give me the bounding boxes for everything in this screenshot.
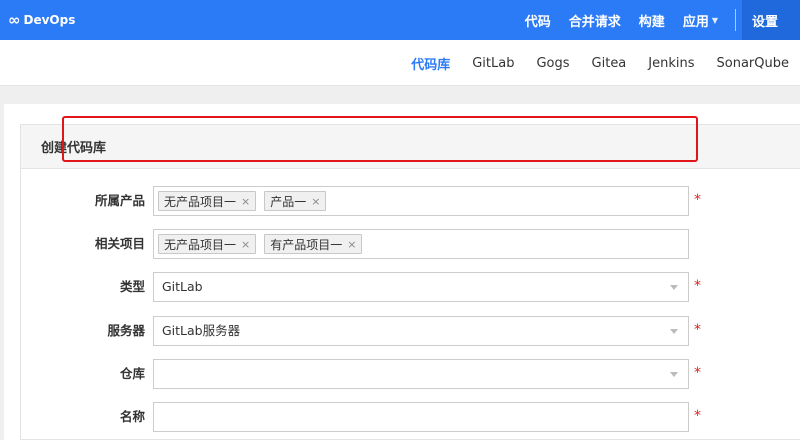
required-marker: * bbox=[694, 408, 701, 424]
type-value: GitLab bbox=[162, 279, 203, 294]
infinity-icon: ∞ bbox=[8, 11, 21, 29]
product-tag: 无产品项目一 × bbox=[158, 191, 257, 211]
required-marker: * bbox=[694, 365, 701, 381]
form-row-repo: 仓库 * bbox=[21, 359, 800, 389]
main-content: 创建代码库 所属产品 无产品项目一 × 产品一 × * 相关项目 无产品项目一 × 有… bbox=[4, 104, 800, 440]
server-label: 服务器 bbox=[107, 323, 145, 338]
create-repo-panel: 创建代码库 所属产品 无产品项目一 × 产品一 × * 相关项目 无产品项目一 × 有… bbox=[20, 124, 800, 440]
form-row-product: 所属产品 无产品项目一 × 产品一 × * bbox=[21, 186, 800, 216]
remove-tag-icon[interactable]: × bbox=[241, 238, 250, 251]
top-nav: 代码 合并请求 构建 应用 ▼ 设置 bbox=[516, 0, 800, 40]
product-multiselect[interactable]: 无产品项目一 × 产品一 × bbox=[153, 186, 689, 216]
form-row-project: 相关项目 无产品项目一 × 有产品项目一 × bbox=[21, 229, 800, 259]
required-marker: * bbox=[694, 322, 701, 338]
subnav-gitea[interactable]: Gitea bbox=[581, 56, 638, 71]
logo-text: DevOps bbox=[23, 13, 76, 27]
logo[interactable]: ∞ DevOps bbox=[8, 0, 75, 40]
tag-text: 无产品项目一 bbox=[164, 237, 237, 252]
nav-build[interactable]: 构建 bbox=[630, 0, 674, 40]
remove-tag-icon[interactable]: × bbox=[347, 238, 356, 251]
form-row-server: 服务器 GitLab服务器 * bbox=[21, 316, 800, 346]
nav-code-label: 代码 bbox=[524, 14, 551, 30]
nav-settings-label: 设置 bbox=[751, 14, 778, 30]
subnav-sonarqube[interactable]: SonarQube bbox=[706, 56, 800, 71]
sub-navbar: 代码库 GitLab Gogs Gitea Jenkins SonarQube bbox=[0, 40, 800, 86]
remove-tag-icon[interactable]: × bbox=[311, 195, 320, 208]
server-value: GitLab服务器 bbox=[162, 323, 241, 338]
repo-label: 仓库 bbox=[119, 366, 145, 381]
nav-merge-requests[interactable]: 合并请求 bbox=[560, 0, 630, 40]
project-tag: 无产品项目一 × bbox=[158, 234, 257, 254]
type-label: 类型 bbox=[119, 279, 145, 294]
remove-tag-icon[interactable]: × bbox=[241, 195, 250, 208]
caret-down-icon: ▼ bbox=[711, 15, 718, 25]
repo-select[interactable] bbox=[153, 359, 689, 389]
project-tag: 有产品项目一 × bbox=[264, 234, 363, 254]
product-label: 所属产品 bbox=[94, 193, 145, 208]
dropdown-arrow-icon bbox=[670, 285, 678, 290]
type-select[interactable]: GitLab bbox=[153, 272, 689, 302]
name-input[interactable] bbox=[153, 402, 689, 432]
nav-divider bbox=[734, 9, 736, 31]
tag-text: 有产品项目一 bbox=[270, 237, 343, 252]
nav-settings[interactable]: 设置 bbox=[741, 0, 800, 40]
nav-merge-requests-label: 合并请求 bbox=[568, 14, 621, 30]
product-tag: 产品一 × bbox=[264, 191, 327, 211]
dropdown-arrow-icon bbox=[670, 372, 678, 377]
name-label: 名称 bbox=[119, 409, 145, 424]
tag-text: 产品一 bbox=[270, 194, 307, 209]
required-marker: * bbox=[694, 278, 701, 294]
server-select[interactable]: GitLab服务器 bbox=[153, 316, 689, 346]
form-row-type: 类型 GitLab * bbox=[21, 272, 800, 302]
dropdown-arrow-icon bbox=[670, 329, 678, 334]
subnav-gitlab[interactable]: GitLab bbox=[461, 56, 525, 71]
subnav-jenkins[interactable]: Jenkins bbox=[637, 56, 705, 71]
nav-code[interactable]: 代码 bbox=[516, 0, 560, 40]
subnav-repo[interactable]: 代码库 bbox=[400, 54, 461, 73]
nav-build-label: 构建 bbox=[638, 14, 665, 30]
top-navbar: ∞ DevOps 代码 合并请求 构建 应用 ▼ 设置 bbox=[0, 0, 800, 40]
nav-apps-label: 应用 bbox=[682, 14, 709, 30]
tag-text: 无产品项目一 bbox=[164, 194, 237, 209]
required-marker: * bbox=[694, 192, 701, 208]
project-label: 相关项目 bbox=[94, 236, 145, 251]
form-row-name: 名称 * bbox=[21, 402, 800, 432]
panel-title: 创建代码库 bbox=[21, 125, 800, 169]
nav-apps-dropdown[interactable]: 应用 ▼ bbox=[674, 0, 727, 40]
project-multiselect[interactable]: 无产品项目一 × 有产品项目一 × bbox=[153, 229, 689, 259]
subnav-gogs[interactable]: Gogs bbox=[525, 56, 580, 71]
